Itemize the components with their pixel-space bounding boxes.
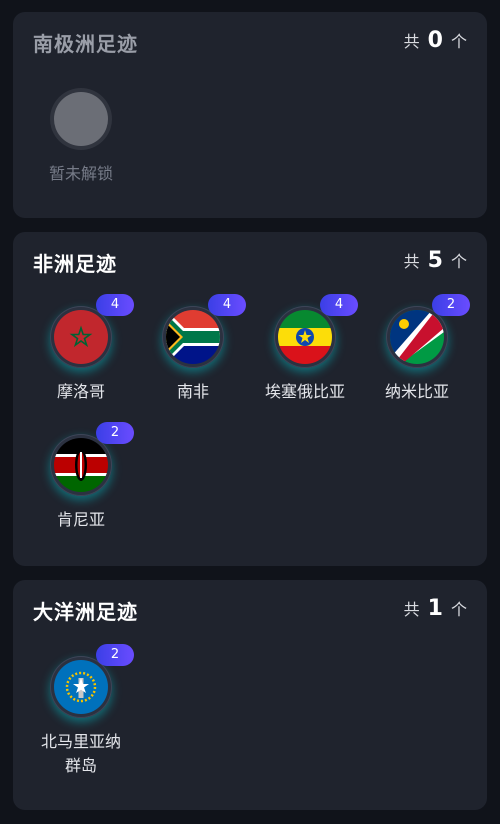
visit-badge: 2 bbox=[432, 294, 470, 316]
country-item-northern-mariana-islands[interactable]: 2 北马里亚纳 群岛 bbox=[25, 644, 137, 778]
visit-badge: 2 bbox=[96, 644, 134, 666]
visit-badge: 2 bbox=[96, 422, 134, 444]
country-name: 纳米比亚 bbox=[384, 382, 449, 401]
country-name: 摩洛哥 bbox=[56, 382, 105, 401]
visit-badge: 4 bbox=[96, 294, 134, 316]
count: 共 1 个 bbox=[403, 596, 467, 621]
oceania-card: 大洋洲足迹 共 1 个 2 北马里亚纳 群岛 bbox=[13, 580, 487, 810]
country-name: 南非 bbox=[176, 382, 209, 401]
country-item-kenya[interactable]: 2 肯尼亚 bbox=[25, 422, 137, 532]
count: 共 5 个 bbox=[403, 248, 467, 273]
card-title: 大洋洲足迹 bbox=[33, 600, 138, 624]
south-africa-flag-icon bbox=[166, 310, 220, 364]
card-title: 非洲足迹 bbox=[33, 252, 117, 276]
namibia-flag-icon bbox=[390, 310, 444, 364]
country-item-morocco[interactable]: 4 摩洛哥 bbox=[25, 294, 137, 404]
visit-badge: 4 bbox=[208, 294, 246, 316]
country-item-namibia[interactable]: 2 纳米比亚 bbox=[361, 294, 473, 404]
country-name: 北马里亚纳 群岛 bbox=[40, 732, 121, 775]
locked-item[interactable]: 暂未解锁 bbox=[25, 88, 137, 186]
country-item-ethiopia[interactable]: 4 埃塞俄比亚 bbox=[249, 294, 361, 404]
morocco-flag-icon bbox=[54, 310, 108, 364]
visit-badge: 4 bbox=[320, 294, 358, 316]
antarctica-card: 南极洲足迹 共 0 个 暂未解锁 bbox=[13, 12, 487, 218]
count: 共 0 个 bbox=[403, 28, 467, 53]
northern-mariana-flag-icon bbox=[54, 660, 108, 714]
ethiopia-flag-icon bbox=[278, 310, 332, 364]
card-title: 南极洲足迹 bbox=[33, 32, 138, 56]
country-name: 肯尼亚 bbox=[56, 510, 105, 529]
locked-globe-icon bbox=[54, 92, 108, 146]
country-item-south-africa[interactable]: 4 南非 bbox=[137, 294, 249, 404]
locked-label: 暂未解锁 bbox=[48, 164, 113, 183]
kenya-flag-icon bbox=[54, 438, 108, 492]
country-name: 埃塞俄比亚 bbox=[264, 382, 345, 401]
africa-card: 非洲足迹 共 5 个 4 摩洛哥 4 南非 4 埃塞俄比亚 2 纳米比亚 2 肯… bbox=[13, 232, 487, 566]
